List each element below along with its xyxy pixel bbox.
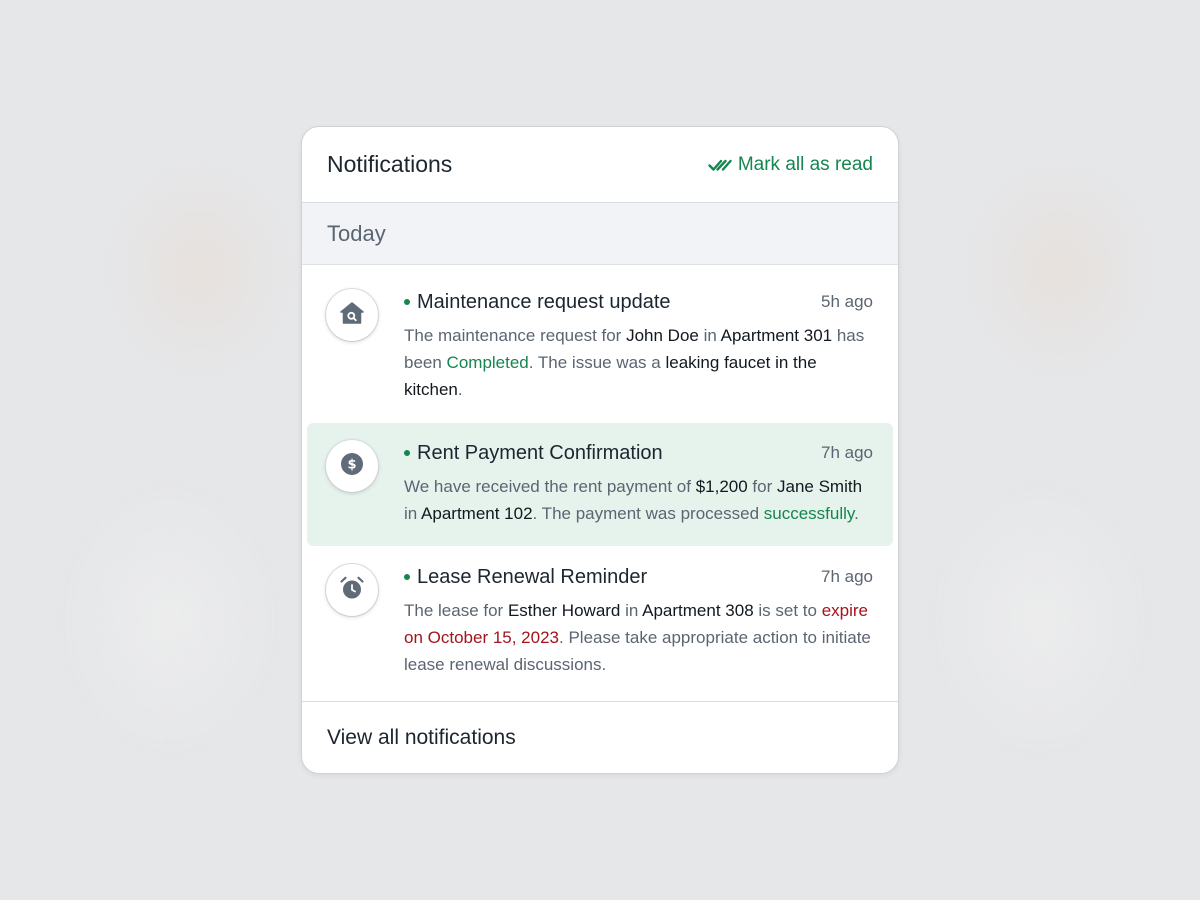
body-segment: . bbox=[854, 504, 859, 523]
notification-content: Maintenance request update 5h ago The ma… bbox=[404, 289, 873, 419]
body-segment: . The payment was processed bbox=[532, 504, 764, 523]
mark-all-read-label: Mark all as read bbox=[737, 153, 873, 175]
notification-time: 7h ago bbox=[821, 443, 873, 462]
body-segment: Apartment 308 bbox=[642, 601, 754, 620]
body-segment: We have received the rent payment of bbox=[404, 477, 696, 496]
notification-title: Rent Payment Confirmation bbox=[417, 441, 663, 464]
notification-content: Rent Payment Confirmation 7h ago We have… bbox=[404, 440, 873, 546]
body-segment: for bbox=[747, 477, 777, 496]
body-segment: . bbox=[457, 380, 463, 399]
body-segment: . The issue was a bbox=[528, 353, 666, 372]
section-label: Today bbox=[327, 220, 386, 246]
notification-item[interactable]: Lease Renewal Reminder 7h ago The lease … bbox=[302, 546, 898, 704]
status-successfully: successfully bbox=[763, 504, 855, 523]
status-completed: Completed bbox=[446, 353, 529, 372]
notification-title: Maintenance request update bbox=[417, 290, 671, 313]
dollar-coin-icon: $ bbox=[340, 452, 364, 481]
body-segment: Jane Smith bbox=[776, 477, 863, 496]
section-header-today: Today bbox=[302, 203, 898, 265]
body-segment: Esther Howard bbox=[507, 601, 621, 620]
body-segment: John Doe bbox=[626, 326, 699, 345]
body-segment: Apartment 301 bbox=[720, 326, 833, 345]
alarm-clock-icon bbox=[339, 575, 365, 606]
notification-body: We have received the rent payment of $1,… bbox=[404, 473, 873, 527]
notifications-panel: Notifications Mark all as read Today Mai… bbox=[301, 126, 899, 774]
notification-body: The maintenance request for John Doe in … bbox=[404, 322, 873, 403]
view-all-notifications-link[interactable]: View all notifications bbox=[327, 726, 516, 750]
mark-all-read-button[interactable]: Mark all as read bbox=[708, 154, 873, 176]
unread-dot bbox=[404, 299, 410, 305]
notification-icon-badge: $ bbox=[326, 440, 378, 492]
notification-body: The lease for Esther Howard in Apartment… bbox=[404, 597, 873, 678]
notification-content: Lease Renewal Reminder 7h ago The lease … bbox=[404, 564, 873, 704]
svg-text:$: $ bbox=[347, 457, 356, 472]
home-search-icon bbox=[339, 301, 365, 330]
double-check-icon bbox=[708, 157, 732, 173]
unread-dot bbox=[404, 450, 410, 456]
notification-time: 5h ago bbox=[821, 292, 873, 311]
notification-time: 7h ago bbox=[821, 567, 873, 586]
notification-title: Lease Renewal Reminder bbox=[417, 565, 648, 588]
body-segment: in bbox=[404, 504, 422, 523]
body-segment: The maintenance request for bbox=[404, 326, 627, 345]
panel-header: Notifications Mark all as read bbox=[302, 127, 898, 203]
panel-title: Notifications bbox=[327, 151, 453, 177]
notification-item-highlighted[interactable]: $ Rent Payment Confirmation 7h ago We ha… bbox=[307, 423, 893, 546]
body-segment: in bbox=[620, 601, 643, 620]
body-segment: The lease for bbox=[404, 601, 508, 620]
notification-item[interactable]: Maintenance request update 5h ago The ma… bbox=[302, 265, 898, 419]
notification-icon-badge bbox=[326, 289, 378, 341]
notification-icon-badge bbox=[326, 564, 378, 616]
body-segment: in bbox=[698, 326, 721, 345]
panel-footer: View all notifications bbox=[302, 701, 898, 773]
unread-dot bbox=[404, 574, 410, 580]
body-segment: Apartment 102 bbox=[421, 504, 533, 523]
body-segment: is set to bbox=[753, 601, 822, 620]
body-segment: $1,200 bbox=[695, 477, 748, 496]
